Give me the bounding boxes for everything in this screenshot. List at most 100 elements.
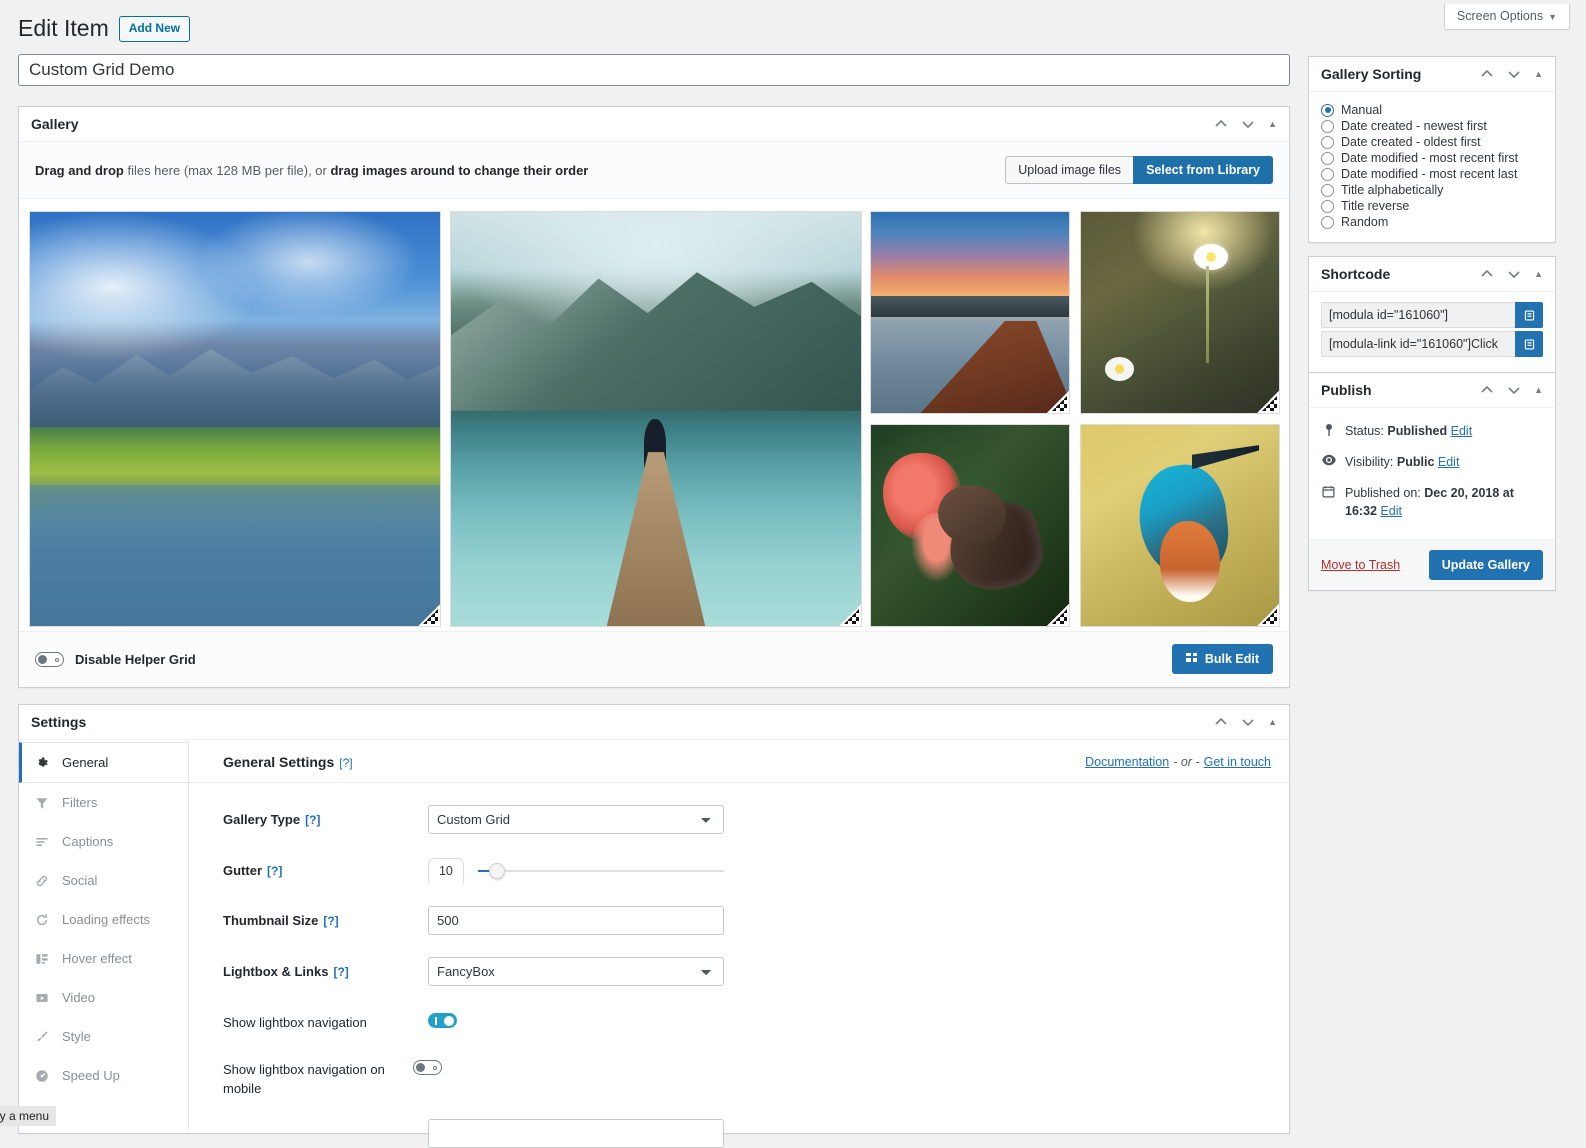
copy-shortcode-link-button[interactable] — [1515, 331, 1543, 357]
dropzone[interactable]: Drag and drop files here (max 128 MB per… — [19, 142, 1289, 199]
resize-handle[interactable] — [1047, 391, 1069, 413]
general-settings-title: General Settings — [223, 754, 335, 770]
upload-image-files-button[interactable]: Upload image files — [1005, 156, 1135, 184]
sorting-option-label: Title alphabetically — [1341, 183, 1444, 197]
update-gallery-button[interactable]: Update Gallery — [1428, 550, 1543, 580]
copy-shortcode-button[interactable] — [1515, 302, 1543, 328]
collapse-panel-icon[interactable]: ▲ — [1268, 717, 1277, 727]
settings-nav-item-speed-up[interactable]: Speed Up — [19, 1056, 188, 1095]
settings-nav-item-filters[interactable]: Filters — [19, 783, 188, 822]
sorting-option-date-modified-recent-first[interactable]: Date modified - most recent first — [1321, 150, 1543, 166]
page-header: Edit Item Add New — [18, 14, 191, 44]
image-grid — [19, 199, 1289, 631]
sorting-option-label: Date modified - most recent last — [1341, 167, 1518, 181]
settings-nav-item-captions[interactable]: Captions — [19, 822, 188, 861]
show-lightbox-navigation-mobile-toggle[interactable] — [413, 1059, 442, 1075]
gutter-value[interactable]: 10 — [428, 858, 464, 884]
resize-handle[interactable] — [1047, 604, 1069, 626]
resize-handle[interactable] — [839, 604, 861, 626]
screen-options-button[interactable]: Screen Options ▼ — [1443, 4, 1570, 30]
gutter-slider[interactable] — [477, 863, 724, 879]
shortcode-gallery-input[interactable] — [1321, 302, 1515, 328]
disable-helper-grid-toggle[interactable] — [35, 651, 64, 667]
move-to-trash-link[interactable]: Move to Trash — [1321, 558, 1400, 572]
radio-button[interactable] — [1321, 135, 1334, 149]
published-edit-link[interactable]: Edit — [1380, 504, 1402, 518]
sorting-option-label: Date created - newest first — [1341, 119, 1487, 133]
image-art — [871, 425, 1069, 626]
radio-button[interactable] — [1321, 119, 1334, 133]
radio-button[interactable] — [1321, 199, 1334, 213]
gallery-image-butterfly-on-coral-flower[interactable] — [870, 424, 1070, 627]
collapse-panel-icon[interactable]: ▲ — [1534, 269, 1543, 279]
radio-button[interactable] — [1321, 151, 1334, 165]
move-up-icon[interactable] — [1480, 67, 1494, 81]
resize-handle[interactable] — [418, 604, 440, 626]
shortcode-link-input[interactable] — [1321, 331, 1515, 357]
gallery-type-select[interactable]: Custom Grid — [428, 805, 724, 834]
lightbox-links-select[interactable]: FancyBox — [428, 957, 724, 986]
gallery-image-white-daisy-flower[interactable] — [1080, 211, 1280, 414]
captions-icon — [33, 833, 50, 850]
radio-button[interactable] — [1321, 103, 1334, 117]
documentation-link[interactable]: Documentation — [1085, 755, 1169, 769]
shortcode-row-gallery — [1321, 302, 1543, 328]
gallery-image-pier-person-lake[interactable] — [450, 211, 862, 627]
settings-nav-item-general[interactable]: General — [19, 742, 188, 783]
bulk-edit-label: Bulk Edit — [1204, 652, 1259, 666]
sorting-option-random[interactable]: Random — [1321, 214, 1543, 230]
settings-nav-label: Video — [62, 990, 96, 1005]
collapse-panel-icon[interactable]: ▲ — [1534, 385, 1543, 395]
move-down-icon[interactable] — [1507, 67, 1521, 81]
help-icon[interactable]: [?] — [339, 756, 352, 770]
move-up-icon[interactable] — [1214, 715, 1228, 729]
sorting-option-title-alphabetically[interactable]: Title alphabetically — [1321, 182, 1543, 198]
move-down-icon[interactable] — [1241, 715, 1255, 729]
visibility-edit-link[interactable]: Edit — [1438, 455, 1460, 469]
help-icon[interactable]: [?] — [333, 965, 348, 979]
settings-nav-item-style[interactable]: Style — [19, 1017, 188, 1056]
move-down-icon[interactable] — [1507, 267, 1521, 281]
gallery-title-input[interactable] — [18, 54, 1290, 86]
status-edit-link[interactable]: Edit — [1451, 424, 1473, 438]
settings-nav-item-social[interactable]: Social — [19, 861, 188, 900]
radio-button[interactable] — [1321, 183, 1334, 197]
sorting-option-date-created-newest[interactable]: Date created - newest first — [1321, 118, 1543, 134]
collapse-panel-icon[interactable]: ▲ — [1534, 69, 1543, 79]
settings-nav-item-hover-effect[interactable]: Hover effect — [19, 939, 188, 978]
move-up-icon[interactable] — [1480, 383, 1494, 397]
resize-handle[interactable] — [1257, 391, 1279, 413]
help-icon[interactable]: [?] — [305, 813, 320, 827]
sorting-option-date-created-oldest[interactable]: Date created - oldest first — [1321, 134, 1543, 150]
next-field-input[interactable] — [428, 1118, 724, 1148]
thumbnail-size-input[interactable] — [428, 906, 724, 935]
menu-tooltip: ay a menu — [0, 1106, 57, 1126]
bulk-edit-button[interactable]: Bulk Edit — [1171, 644, 1273, 674]
slider-thumb[interactable] — [488, 863, 505, 879]
resize-handle[interactable] — [1257, 604, 1279, 626]
sorting-option-label: Manual — [1341, 103, 1382, 117]
collapse-panel-icon[interactable]: ▲ — [1268, 119, 1277, 129]
move-up-icon[interactable] — [1214, 117, 1228, 131]
help-icon[interactable]: [?] — [323, 914, 338, 928]
radio-button[interactable] — [1321, 215, 1334, 229]
move-down-icon[interactable] — [1241, 117, 1255, 131]
gallery-image-kingfisher-bird[interactable] — [1080, 424, 1280, 627]
sorting-option-title-reverse[interactable]: Title reverse — [1321, 198, 1543, 214]
gallery-image-sunset-wooden-pier[interactable] — [870, 211, 1070, 414]
select-from-library-button[interactable]: Select from Library — [1133, 156, 1273, 184]
move-down-icon[interactable] — [1507, 383, 1521, 397]
sorting-option-date-modified-recent-last[interactable]: Date modified - most recent last — [1321, 166, 1543, 182]
show-lightbox-navigation-toggle[interactable] — [428, 1013, 457, 1028]
show-lightbox-navigation-mobile-label: Show lightbox navigation on mobile — [223, 1061, 385, 1096]
help-icon[interactable]: [?] — [267, 864, 282, 878]
gallery-footer: Disable Helper Grid Bulk Edit — [19, 631, 1289, 686]
settings-nav-item-video[interactable]: Video — [19, 978, 188, 1017]
move-up-icon[interactable] — [1480, 267, 1494, 281]
sorting-option-manual[interactable]: Manual — [1321, 102, 1543, 118]
radio-button[interactable] — [1321, 167, 1334, 181]
settings-nav-item-loading-effects[interactable]: Loading effects — [19, 900, 188, 939]
get-in-touch-link[interactable]: Get in touch — [1204, 755, 1271, 769]
add-new-button[interactable]: Add New — [118, 16, 191, 42]
gallery-image-mountain-lake-panorama[interactable] — [29, 211, 441, 627]
